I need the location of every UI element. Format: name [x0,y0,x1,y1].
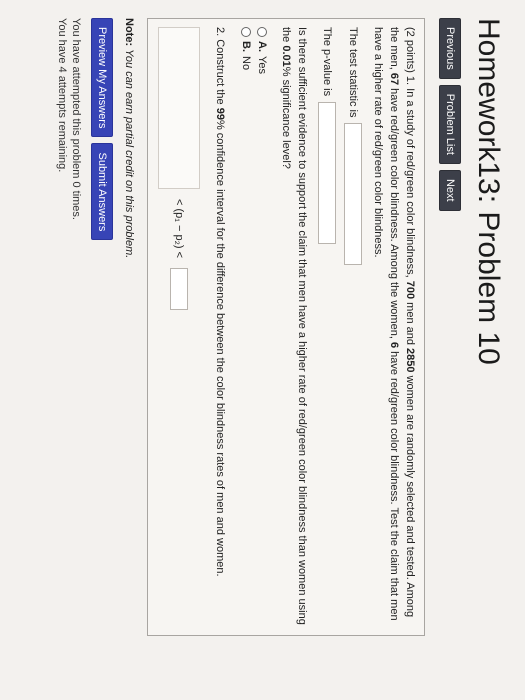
note-text: You can earn partial credit on this prob… [123,49,135,259]
significance-question: Is there sufficient evidence to support … [278,27,310,627]
part2-statement: 2. Construct the 99% confidence interval… [212,27,228,627]
next-button[interactable]: Next [439,169,461,211]
radio-b-icon[interactable] [241,27,251,37]
intro-text-4: have red/green color blindness. Among th… [388,85,400,342]
p-value-label: The p-value is [321,27,333,97]
intro-text: (2 points) 1. In a study of red/green co… [404,27,416,278]
choice-a-text: Yes [256,56,268,74]
preview-answers-button[interactable]: Preview My Answers [91,18,113,138]
attempted-text: You have attempted this problem 0 times. [70,18,82,220]
choice-list: A. Yes B. No [238,27,270,627]
note-label: Note: [123,18,135,47]
men-blind-count: 67 [388,72,400,86]
test-statistic-input[interactable] [344,123,362,266]
radio-a-icon[interactable] [257,27,267,37]
ci-expression: < (p₁ − p₂) < [173,199,185,259]
page-title: Homework13: Problem 10 [472,18,505,365]
p-value-input[interactable] [318,102,336,245]
problem-list-button[interactable]: Problem List [439,84,461,164]
problem-nav: Previous Problem List Next [439,18,461,682]
women-count: 2850 [404,348,416,373]
answer-actions: Preview My Answers Submit Answers [91,18,113,682]
choice-b[interactable]: B. No [238,27,254,627]
test-statistic-row: The test statistic is [344,27,362,627]
part2-suffix: % confidence interval for the difference… [214,119,226,577]
choice-b-label: B. [240,41,252,52]
choice-a-label: A. [256,41,268,52]
problem-card: (2 points) 1. In a study of red/green co… [147,18,425,636]
question-suffix: % significance level? [280,66,292,169]
test-statistic-label: The test statistic is [347,27,359,118]
part2-text: 2. Construct the [214,27,226,108]
remaining-text: You have 4 attempts remaining. [56,18,68,173]
intro-text-2: men and [404,299,416,349]
page: Homework13: Problem 10 Previous Problem … [0,0,525,700]
partial-credit-note: Note: You can earn partial credit on thi… [123,18,135,682]
problem-statement: (2 points) 1. In a study of red/green co… [370,27,418,627]
attempt-status: You have attempted this problem 0 times.… [55,18,83,682]
significance-level: 0.01 [280,45,292,67]
choice-b-text: No [240,56,252,71]
choice-a[interactable]: A. Yes [254,27,270,627]
p-value-row: The p-value is [318,27,336,627]
ci-upper-input[interactable] [170,268,188,311]
confidence-level: 99 [214,107,226,120]
confidence-interval-row: < (p₁ − p₂) < [158,27,200,627]
ci-lower-input[interactable] [158,27,200,189]
submit-answers-button[interactable]: Submit Answers [91,143,113,241]
men-count: 700 [404,280,416,300]
previous-button[interactable]: Previous [439,18,461,79]
